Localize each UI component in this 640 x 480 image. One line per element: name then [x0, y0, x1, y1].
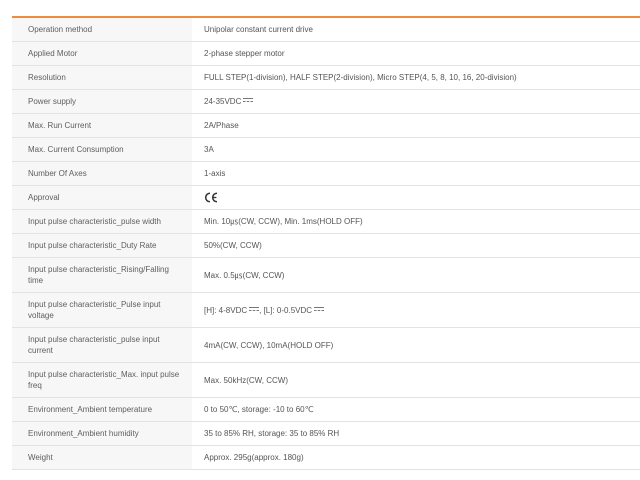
spec-value — [192, 185, 640, 210]
ce-mark-icon — [204, 192, 218, 203]
table-row: Input pulse characteristic_Max. input pu… — [12, 362, 640, 398]
spec-value: FULL STEP(1-division), HALF STEP(2-divis… — [192, 65, 640, 90]
table-row: Max. Run Current 2A/Phase — [12, 113, 640, 138]
dc-voltage-icon — [314, 306, 325, 311]
spec-label: Environment_Ambient temperature — [12, 397, 192, 422]
spec-value: Max. 0.5㎲(CW, CCW) — [192, 257, 640, 293]
spec-value: Unipolar constant current drive — [192, 18, 640, 42]
spec-label: Input pulse characteristic_Duty Rate — [12, 233, 192, 258]
table-row: Applied Motor 2-phase stepper motor — [12, 41, 640, 66]
table-row: Input pulse characteristic_pulse input c… — [12, 327, 640, 363]
spec-label: Input pulse characteristic_Pulse input v… — [12, 292, 192, 328]
table-row: Number Of Axes 1-axis — [12, 161, 640, 186]
spec-value: 4mA(CW, CCW), 10mA(HOLD OFF) — [192, 327, 640, 363]
spec-value: 50%(CW, CCW) — [192, 233, 640, 258]
spec-value: 35 to 85% RH, storage: 35 to 85% RH — [192, 421, 640, 446]
spec-label: Operation method — [12, 18, 192, 42]
spec-table: Operation method Unipolar constant curre… — [12, 18, 640, 470]
table-row: Max. Current Consumption 3A — [12, 137, 640, 162]
spec-label: Applied Motor — [12, 41, 192, 66]
table-row: Environment_Ambient humidity 35 to 85% R… — [12, 421, 640, 446]
voltage-high-text: [H]: 4-8VDC — [204, 305, 248, 315]
spec-value: 24-35VDC — [192, 89, 640, 114]
spec-label: Input pulse characteristic_Rising/Fallin… — [12, 257, 192, 293]
spec-value: [H]: 4-8VDC, [L]: 0-0.5VDC — [192, 292, 640, 328]
spec-value: 0 to 50℃, storage: -10 to 60℃ — [192, 397, 640, 422]
table-row: Operation method Unipolar constant curre… — [12, 18, 640, 42]
spec-label: Number Of Axes — [12, 161, 192, 186]
spec-label: Approval — [12, 185, 192, 210]
spec-value: Max. 50kHz(CW, CCW) — [192, 362, 640, 398]
voltage-low-text: [L]: 0-0.5VDC — [263, 305, 313, 315]
spec-value: Approx. 295g(approx. 180g) — [192, 445, 640, 470]
table-row: Input pulse characteristic_pulse width M… — [12, 209, 640, 234]
spec-label: Max. Current Consumption — [12, 137, 192, 162]
spec-value-text: 24-35VDC — [204, 97, 242, 106]
spec-label: Weight — [12, 445, 192, 470]
dc-voltage-icon — [243, 98, 254, 102]
spec-table-container: Operation method Unipolar constant curre… — [12, 16, 640, 470]
table-row: Input pulse characteristic_Duty Rate 50%… — [12, 233, 640, 258]
spec-value: 3A — [192, 137, 640, 162]
spec-label: Environment_Ambient humidity — [12, 421, 192, 446]
spec-value: 1-axis — [192, 161, 640, 186]
spec-value: 2A/Phase — [192, 113, 640, 138]
spec-value: Min. 10㎲(CW, CCW), Min. 1ms(HOLD OFF) — [192, 209, 640, 234]
spec-label: Power supply — [12, 89, 192, 114]
table-row: Weight Approx. 295g(approx. 180g) — [12, 445, 640, 470]
spec-label: Input pulse characteristic_pulse width — [12, 209, 192, 234]
dc-voltage-icon — [249, 306, 260, 311]
table-row: Input pulse characteristic_Rising/Fallin… — [12, 257, 640, 293]
table-row: Resolution FULL STEP(1-division), HALF S… — [12, 65, 640, 90]
table-row: Power supply 24-35VDC — [12, 89, 640, 114]
table-row: Approval — [12, 185, 640, 210]
table-row: Environment_Ambient temperature 0 to 50℃… — [12, 397, 640, 422]
table-row: Input pulse characteristic_Pulse input v… — [12, 292, 640, 328]
spec-label: Input pulse characteristic_Max. input pu… — [12, 362, 192, 398]
spec-value: 2-phase stepper motor — [192, 41, 640, 66]
spec-label: Max. Run Current — [12, 113, 192, 138]
spec-label: Input pulse characteristic_pulse input c… — [12, 327, 192, 363]
spec-label: Resolution — [12, 65, 192, 90]
